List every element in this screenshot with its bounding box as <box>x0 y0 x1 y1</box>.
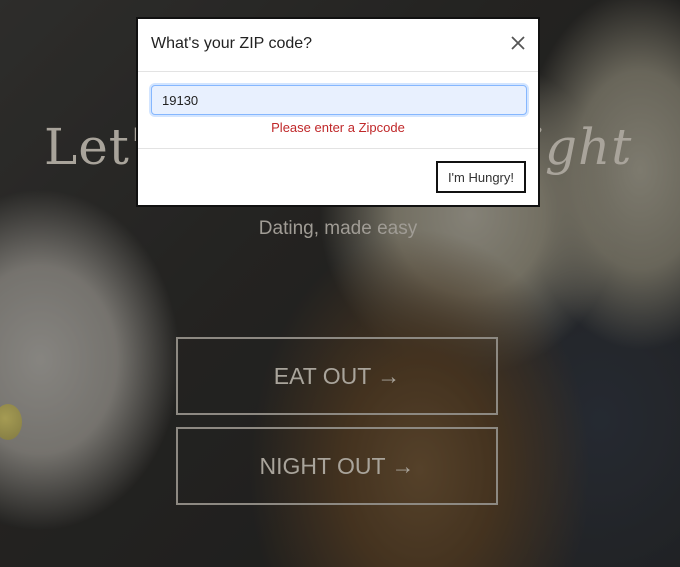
eat-out-label: EAT OUT → <box>273 362 401 389</box>
tagline: Dating, made easy <box>258 218 418 239</box>
close-icon[interactable] <box>508 33 528 53</box>
zip-error-message: Please enter a Zipcode <box>271 120 405 135</box>
background-hero: Let' ight Dating, made easy EAT OUT → NI… <box>0 0 680 567</box>
zip-code-modal: What's your ZIP code? Please enter a Zip… <box>136 17 540 207</box>
hero-title-left: Let' <box>44 118 145 176</box>
modal-title: What's your ZIP code? <box>151 35 313 52</box>
night-out-label: NIGHT OUT → <box>259 452 415 479</box>
modal-body: Please enter a Zipcode <box>138 72 538 149</box>
modal-footer: I'm Hungry! <box>138 149 538 207</box>
night-out-button[interactable]: NIGHT OUT → <box>176 427 498 505</box>
zip-code-input[interactable] <box>151 85 527 115</box>
olive-image-detail <box>0 404 22 440</box>
eat-out-button[interactable]: EAT OUT → <box>176 337 498 415</box>
hero-title-right: ight <box>528 118 633 176</box>
modal-header: What's your ZIP code? <box>138 19 538 72</box>
im-hungry-button[interactable]: I'm Hungry! <box>435 161 526 193</box>
